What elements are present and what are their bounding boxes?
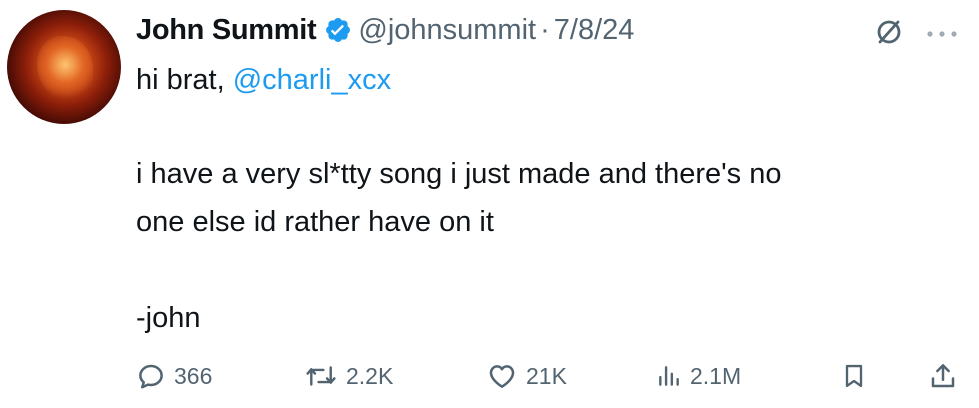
greeting-text: hi brat, [136, 64, 225, 96]
author-handle[interactable]: @johnsummit [358, 14, 536, 47]
bookmark-icon [840, 361, 868, 391]
tweet-greeting-line: hi brat, @charli_xcx [136, 64, 391, 97]
author-name[interactable]: John Summit [136, 14, 317, 47]
heart-icon [486, 361, 518, 391]
mention-link[interactable]: @charli_xcx [233, 64, 391, 96]
tweet-date[interactable]: 7/8/24 [554, 14, 635, 47]
avatar-hand-image [37, 36, 93, 100]
views-button[interactable]: 2.1M [656, 358, 741, 394]
repost-icon [304, 361, 338, 391]
share-button[interactable] [928, 358, 958, 394]
avatar[interactable] [7, 10, 121, 124]
repost-count: 2.2K [346, 362, 394, 389]
views-icon [656, 361, 682, 391]
tweet-body-line-2: one else id rather have on it [136, 206, 494, 238]
verified-badge-icon [324, 16, 352, 44]
share-icon [928, 361, 958, 391]
tweet-header: John Summit @johnsummit · 7/8/24 [136, 10, 634, 50]
bookmark-button[interactable] [840, 358, 868, 394]
tweet: John Summit @johnsummit · 7/8/24 hi brat… [0, 0, 979, 408]
views-count: 2.1M [690, 362, 742, 389]
separator-dot: · [540, 13, 550, 46]
like-count: 21K [526, 362, 567, 389]
like-button[interactable]: 21K [486, 358, 567, 394]
reply-button[interactable]: 366 [136, 358, 212, 394]
more-icon[interactable] [924, 26, 960, 37]
reply-count: 366 [174, 362, 213, 389]
repost-button[interactable]: 2.2K [304, 358, 393, 394]
reply-icon [136, 361, 166, 391]
tweet-body-line-1: i have a very sl*tty song i just made an… [136, 158, 782, 190]
tweet-signoff: -john [136, 302, 201, 334]
grok-icon[interactable] [875, 18, 903, 46]
